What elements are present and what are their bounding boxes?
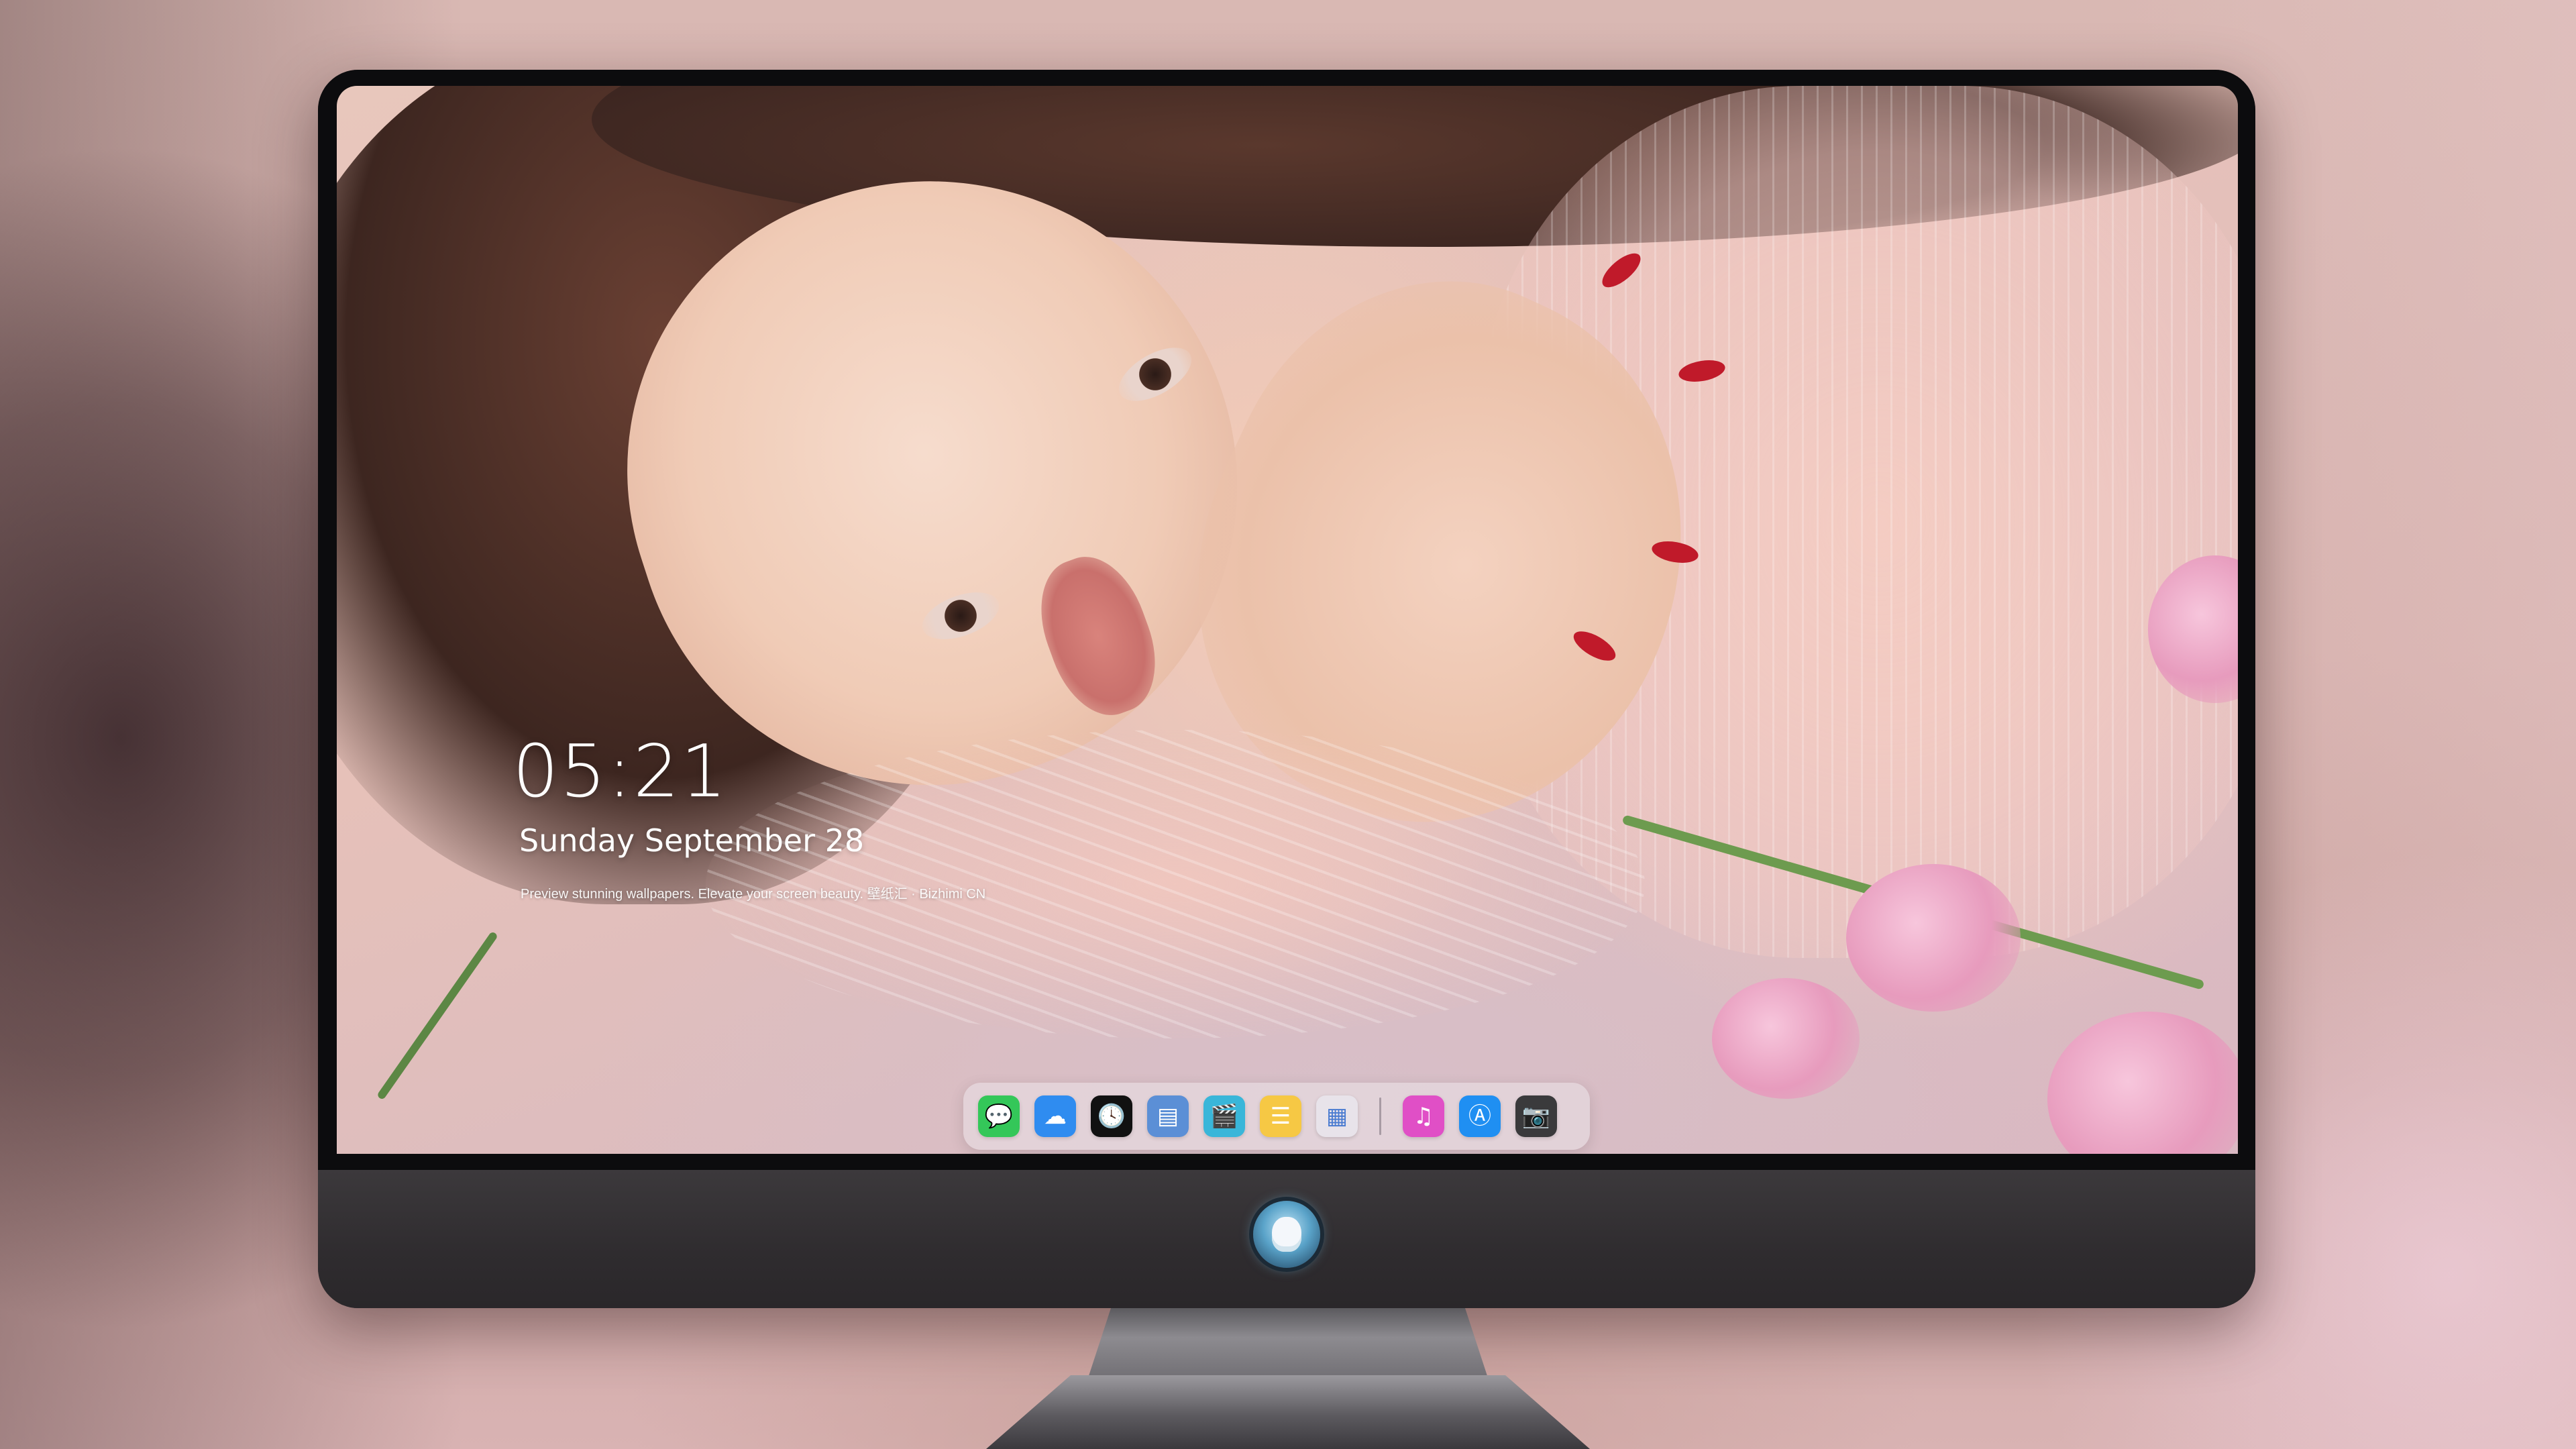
wallpaper-stem — [376, 930, 498, 1101]
wallpaper-flower — [1846, 864, 2021, 1012]
lock-screen-tagline: Preview stunning wallpapers. Elevate you… — [521, 887, 986, 902]
brand-logo-icon — [1253, 1201, 1320, 1268]
music-icon[interactable]: ♫ — [1403, 1095, 1444, 1137]
camera-icon[interactable]: 📷 — [1515, 1095, 1557, 1137]
videos-icon[interactable]: 🎬 — [1203, 1095, 1245, 1137]
lock-screen-date: Sunday September 28 — [519, 822, 865, 859]
clock-icon[interactable]: 🕓 — [1091, 1095, 1132, 1137]
weather-icon[interactable]: ☁ — [1034, 1095, 1076, 1137]
lock-screen-time: 05:21 — [513, 730, 729, 814]
dock: 💬 ☁ 🕓 ▤ 🎬 ☰ ▦ ♫ Ⓐ 📷 — [963, 1083, 1590, 1150]
wallpaper-flower — [2047, 1012, 2238, 1154]
photo-booth-icon[interactable]: ▦ — [1316, 1095, 1358, 1137]
messages-icon[interactable]: 💬 — [978, 1095, 1020, 1137]
lock-screen[interactable]: 05:21 Sunday September 28 Preview stunni… — [337, 86, 2238, 1154]
monitor-stand-neck — [1087, 1308, 1489, 1382]
preview-icon[interactable]: ▤ — [1147, 1095, 1189, 1137]
notes-icon[interactable]: ☰ — [1260, 1095, 1301, 1137]
monitor-stand-base — [986, 1375, 1590, 1449]
app-store-icon[interactable]: Ⓐ — [1459, 1095, 1501, 1137]
wallpaper-flower — [1712, 978, 1860, 1099]
dock-divider — [1379, 1097, 1381, 1135]
